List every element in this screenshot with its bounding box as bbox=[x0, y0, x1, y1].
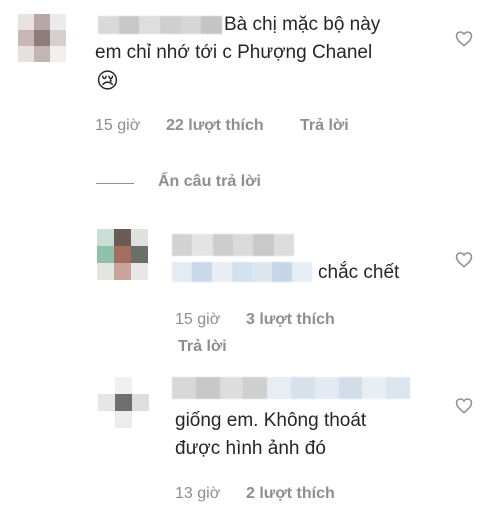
username-blurred[interactable] bbox=[172, 234, 294, 256]
avatar[interactable] bbox=[97, 229, 148, 280]
reply-button[interactable]: Trả lời bbox=[300, 117, 349, 135]
heart-icon[interactable] bbox=[455, 251, 473, 268]
avatar[interactable] bbox=[98, 377, 149, 428]
avatar[interactable] bbox=[18, 14, 66, 62]
hide-replies-button[interactable]: Ẩn câu trả lời bbox=[158, 173, 261, 191]
reply-text: chắc chết bbox=[318, 262, 400, 283]
username-blurred[interactable] bbox=[172, 377, 410, 399]
comment-time: 15 giờ bbox=[95, 117, 141, 134]
heart-icon[interactable] bbox=[455, 397, 473, 414]
reply-time: 15 giờ bbox=[175, 311, 221, 328]
heart-icon[interactable] bbox=[455, 30, 473, 47]
comment-text: em chỉ nhớ tới c Phượng Chanel bbox=[95, 42, 373, 63]
comment-text: Bà chị mặc bộ này bbox=[224, 14, 381, 35]
reply-text: giống em. Không thoát bbox=[175, 410, 367, 431]
reply-time: 13 giờ bbox=[175, 485, 221, 502]
blurred-text bbox=[172, 262, 312, 282]
crying-face-emoji: 😢 bbox=[96, 68, 119, 93]
username-blurred[interactable] bbox=[98, 16, 223, 34]
replies-divider bbox=[96, 183, 134, 184]
reply-likes[interactable]: 3 lượt thích bbox=[246, 311, 335, 329]
reply-text: được hình ảnh đó bbox=[175, 438, 326, 459]
reply-button[interactable]: Trả lời bbox=[178, 338, 227, 356]
reply-likes[interactable]: 2 lượt thích bbox=[246, 485, 335, 503]
comment-likes[interactable]: 22 lượt thích bbox=[166, 117, 264, 135]
